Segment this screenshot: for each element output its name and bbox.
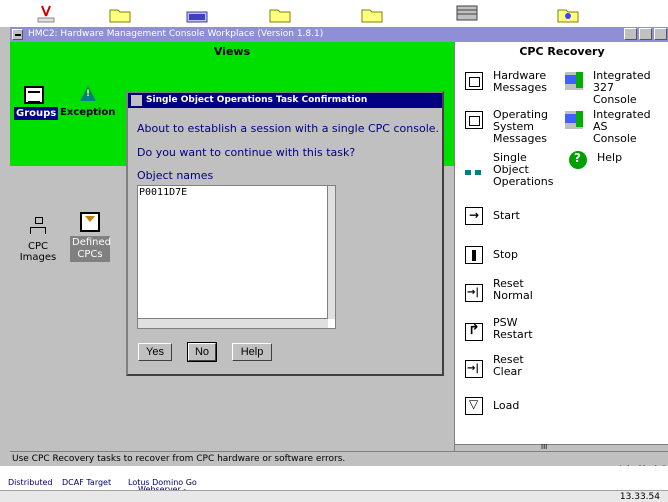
load-label: Load xyxy=(493,399,520,412)
dialog-title: Single Object Operations Task Confirmati… xyxy=(146,95,368,105)
view-groups[interactable]: Groups xyxy=(14,86,59,120)
object-names-list[interactable]: P0011D7E xyxy=(137,185,336,329)
list-horizontal-scrollbar[interactable] xyxy=(138,318,328,328)
task-label: Integrated AS Console xyxy=(593,109,651,145)
exceptions-label: Exception xyxy=(60,107,116,118)
folder-icon[interactable] xyxy=(556,4,580,24)
desktop-icon-1[interactable] xyxy=(34,4,58,24)
desktop-icon-strip xyxy=(0,0,668,27)
monitor-icon[interactable] xyxy=(185,4,209,24)
groups-label: Groups xyxy=(14,107,59,120)
clock: 13.33.54 xyxy=(619,492,660,502)
dialog-system-menu-icon[interactable] xyxy=(131,95,142,106)
restart-arrow-icon xyxy=(465,323,483,341)
i3270-line-1: Integrated 327 xyxy=(593,69,651,94)
dialog-titlebar[interactable]: Single Object Operations Task Confirmati… xyxy=(128,93,442,108)
view-defined-cpcs[interactable]: Defined CPCs xyxy=(70,212,111,262)
task-label: PSW Restart xyxy=(493,317,533,341)
console-icon xyxy=(565,72,583,90)
os-msg-line-3: Messages xyxy=(493,132,547,145)
network-icon xyxy=(465,164,483,182)
hierarchy-icon xyxy=(29,217,47,237)
reset-normal-line-2: Normal xyxy=(493,289,533,302)
no-button[interactable]: No xyxy=(187,342,217,362)
task-label: Reset Clear xyxy=(493,354,524,378)
task-confirmation-dialog: Single Object Operations Task Confirmati… xyxy=(126,91,444,376)
yes-button[interactable]: Yes xyxy=(138,343,172,361)
status-line: Use CPC Recovery tasks to recover from C… xyxy=(10,451,668,465)
cpc-images-label-2: Images xyxy=(19,252,57,263)
message-icon xyxy=(465,111,483,129)
window-title: HMC2: Hardware Management Console Workpl… xyxy=(28,29,324,39)
cpc-images-label-1: CPC xyxy=(28,241,48,252)
stop-bar-icon xyxy=(465,246,483,264)
cpc-recovery-title: CPC Recovery xyxy=(519,45,605,58)
help-button[interactable]: Help xyxy=(232,343,272,361)
task-label: Operating System Messages xyxy=(493,109,548,145)
defined-cpcs-label: Defined CPCs xyxy=(70,236,111,262)
hourglass-icon xyxy=(80,212,100,232)
defined-cpcs-label-1: Defined xyxy=(72,237,111,248)
task-label: Hardware Messages xyxy=(493,70,547,94)
load-icon xyxy=(465,397,483,415)
i3270-line-2: Console xyxy=(593,93,637,106)
grid-icon[interactable] xyxy=(455,4,479,24)
hmc-window: HMC2: Hardware Management Console Workpl… xyxy=(10,27,668,476)
window-titlebar[interactable]: HMC2: Hardware Management Console Workpl… xyxy=(10,27,668,42)
launch-bar: 13.33.54 xyxy=(0,490,668,502)
start-label: Start xyxy=(493,209,520,222)
defined-cpcs-label-2: CPCs xyxy=(77,249,103,260)
cpc-recovery-pane: CPC Recovery Hardware Messages Operating… xyxy=(454,42,668,476)
view-cpc-images[interactable]: CPC Images xyxy=(18,217,58,263)
taskbar-item-dcaf-target[interactable]: DCAF Target xyxy=(62,478,111,487)
object-names-label: Object names xyxy=(137,169,214,182)
system-menu-icon[interactable] xyxy=(12,29,23,40)
groups-icon xyxy=(24,86,44,104)
scroll-grip: III xyxy=(541,443,548,451)
dialog-message-1: About to establish a session with a sing… xyxy=(137,122,440,135)
console-icon xyxy=(565,111,583,129)
task-label: Integrated 327 Console xyxy=(593,70,651,106)
help-icon xyxy=(569,151,587,169)
taskbar: Distributed DCAF Target Lotus Domino Go … xyxy=(0,466,668,502)
stop-label: Stop xyxy=(493,248,519,261)
view-exceptions[interactable]: Exception xyxy=(60,86,120,118)
help-label: Help xyxy=(597,151,623,164)
reset-icon xyxy=(465,284,483,302)
soo-line-3: Operations xyxy=(493,175,554,188)
message-icon xyxy=(465,72,483,90)
folder-icon[interactable] xyxy=(268,4,292,24)
psw-line-2: Restart xyxy=(493,328,533,341)
task-label: Reset Normal xyxy=(493,278,533,302)
reset-clear-line-2: Clear xyxy=(493,365,522,378)
iascii-line-2: Console xyxy=(593,132,637,145)
iascii-line-1: Integrated AS xyxy=(593,108,651,133)
hw-msg-line-2: Messages xyxy=(493,81,547,94)
taskbar-item-distributed[interactable]: Distributed xyxy=(8,478,52,487)
arrow-right-icon xyxy=(465,207,483,225)
dialog-message-2: Do you want to continue with this task? xyxy=(137,146,356,159)
list-vertical-scrollbar[interactable] xyxy=(327,186,335,319)
restore-icon[interactable] xyxy=(624,28,637,40)
folder-icon[interactable] xyxy=(108,4,132,24)
minimize-icon[interactable] xyxy=(639,28,652,40)
folder-icon[interactable] xyxy=(360,4,384,24)
list-item[interactable]: P0011D7E xyxy=(139,187,187,198)
maximize-icon[interactable] xyxy=(654,28,667,40)
views-title: Views xyxy=(213,45,251,58)
task-label: Single Object Operations xyxy=(493,152,553,188)
reset-icon xyxy=(465,360,483,378)
warning-icon xyxy=(80,86,96,101)
